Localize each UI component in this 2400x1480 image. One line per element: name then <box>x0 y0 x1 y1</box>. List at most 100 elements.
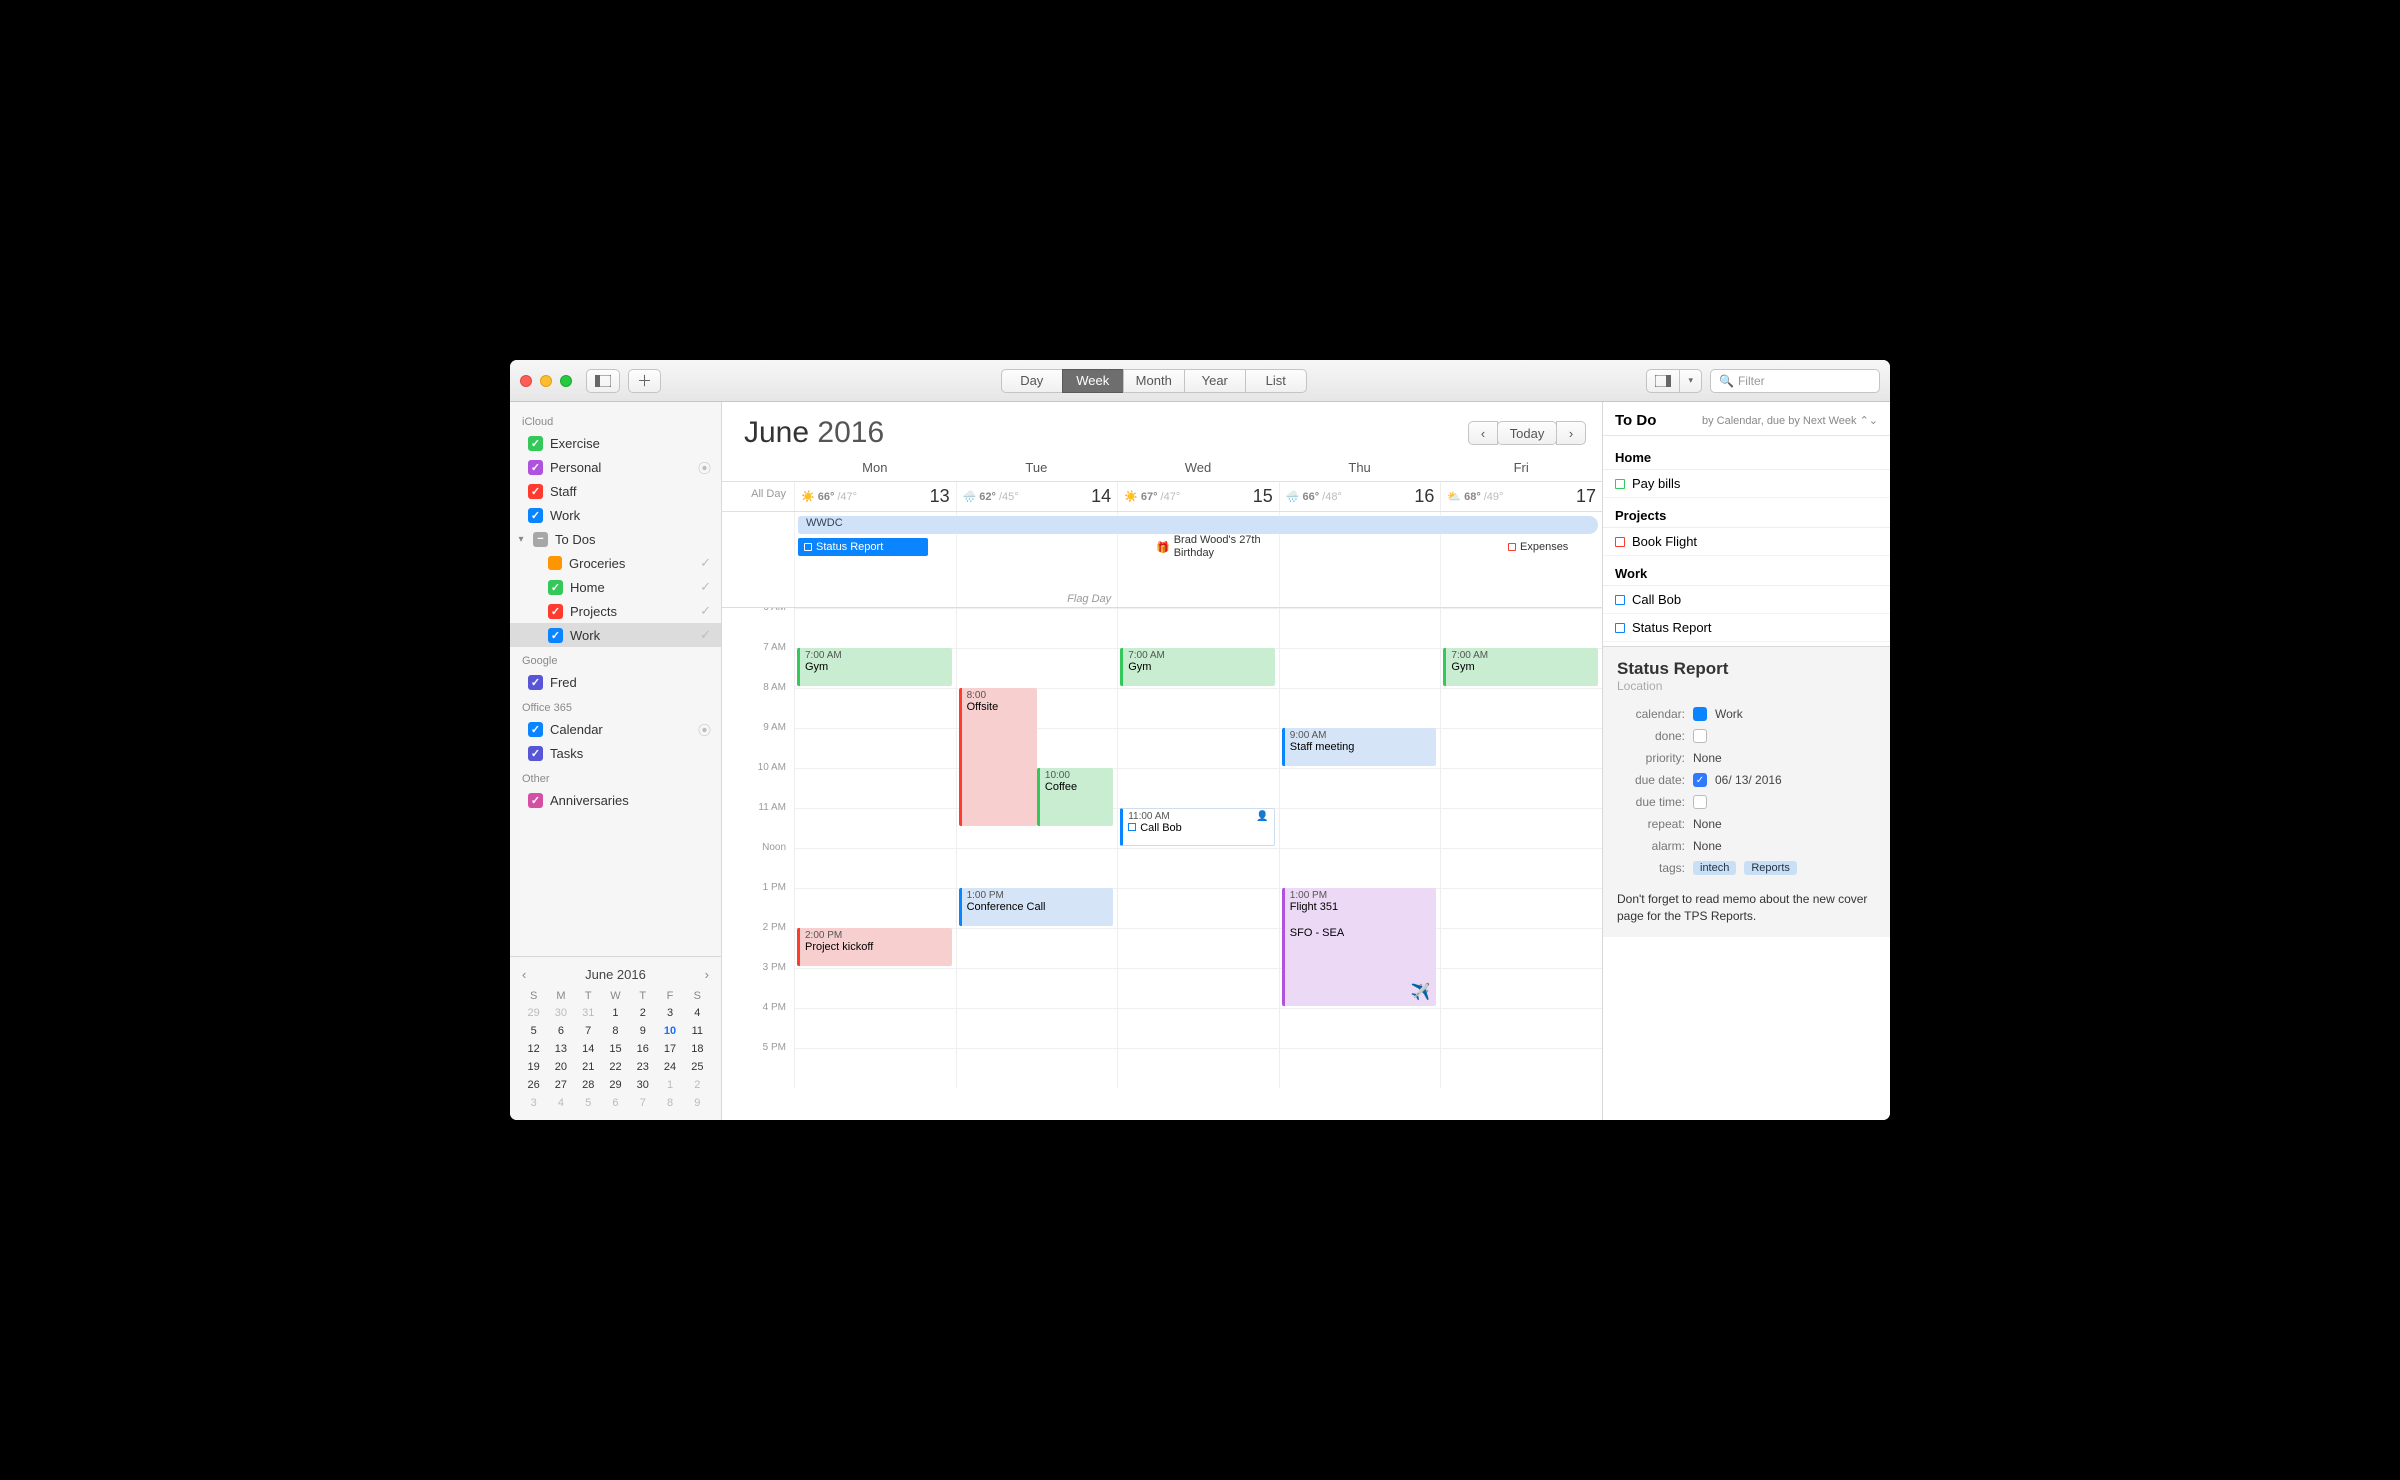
mini-day[interactable]: 19 <box>520 1058 547 1076</box>
todo-item[interactable]: Call Bob <box>1603 586 1890 614</box>
mini-day[interactable]: 29 <box>602 1076 629 1094</box>
new-event-button[interactable]: ＋ <box>628 369 661 393</box>
mini-day[interactable]: 4 <box>684 1004 711 1022</box>
mini-day[interactable]: 5 <box>520 1022 547 1040</box>
mini-prev-month[interactable]: ‹ <box>522 967 526 982</box>
detail-due-date[interactable]: 06/ 13/ 2016 <box>1715 773 1782 787</box>
view-week[interactable]: Week <box>1062 369 1124 393</box>
view-list[interactable]: List <box>1245 369 1307 393</box>
mini-day[interactable]: 3 <box>656 1004 683 1022</box>
toggle-todo-panel-button[interactable] <box>1646 369 1680 393</box>
detail-alarm[interactable]: None <box>1693 839 1722 853</box>
event-gym[interactable]: 7:00 AMGym <box>797 648 952 686</box>
mini-day[interactable]: 4 <box>547 1094 574 1112</box>
event-conf[interactable]: 1:00 PMConference Call <box>959 888 1114 926</box>
event-coffee[interactable]: 10:00Coffee <box>1037 768 1113 826</box>
mini-day[interactable]: 2 <box>629 1004 656 1022</box>
mini-day[interactable]: 31 <box>575 1004 602 1022</box>
mini-day[interactable]: 30 <box>547 1004 574 1022</box>
event-flight[interactable]: 1:00 PMFlight 351SFO - SEA✈️ <box>1282 888 1437 1006</box>
done-checkbox[interactable] <box>1693 729 1707 743</box>
mini-day[interactable]: 23 <box>629 1058 656 1076</box>
mini-day[interactable]: 27 <box>547 1076 574 1094</box>
mini-day[interactable]: 16 <box>629 1040 656 1058</box>
detail-note[interactable]: Don't forget to read memo about the new … <box>1617 891 1876 925</box>
detail-priority[interactable]: None <box>1693 751 1722 765</box>
checkbox-icon[interactable] <box>548 628 563 643</box>
checkbox-icon[interactable] <box>548 580 563 595</box>
detail-title[interactable]: Status Report <box>1617 659 1876 679</box>
day-number[interactable]: 13 <box>930 486 950 507</box>
day-number[interactable]: 16 <box>1414 486 1434 507</box>
checkbox-icon[interactable] <box>528 746 543 761</box>
todo-item[interactable]: Status Report <box>1603 614 1890 642</box>
calendar-personal[interactable]: Personal⦿ <box>510 455 721 479</box>
todo-list-work[interactable]: Work✓ <box>510 623 721 647</box>
calendar-o365-tasks[interactable]: Tasks <box>510 741 721 765</box>
mini-day[interactable]: 5 <box>575 1094 602 1112</box>
calendar-staff[interactable]: Staff <box>510 479 721 503</box>
todo-sort-dropdown[interactable]: by Calendar, due by Next Week ⌃⌄ <box>1702 414 1878 427</box>
calendar-anniversaries[interactable]: Anniversaries <box>510 788 721 812</box>
checkbox-icon[interactable] <box>528 793 543 808</box>
calendar-work[interactable]: Work <box>510 503 721 527</box>
mini-day[interactable]: 2 <box>684 1076 711 1094</box>
mini-day[interactable]: 8 <box>656 1094 683 1112</box>
tag[interactable]: Reports <box>1744 861 1797 875</box>
mini-day[interactable]: 17 <box>656 1040 683 1058</box>
mini-day[interactable]: 7 <box>575 1022 602 1040</box>
event-staff[interactable]: 9:00 AMStaff meeting <box>1282 728 1437 766</box>
minimize-icon[interactable] <box>540 375 552 387</box>
checkbox-icon[interactable] <box>528 675 543 690</box>
next-week-button[interactable]: › <box>1556 421 1586 445</box>
mini-day[interactable]: 3 <box>520 1094 547 1112</box>
event-offsite[interactable]: 8:00Offsite <box>959 688 1037 826</box>
checkbox-icon[interactable] <box>528 508 543 523</box>
calendar-exercise[interactable]: Exercise <box>510 431 721 455</box>
mini-day[interactable]: 10 <box>656 1022 683 1040</box>
event-gym[interactable]: 7:00 AMGym <box>1443 648 1598 686</box>
day-number[interactable]: 15 <box>1253 486 1273 507</box>
disclosure-icon[interactable]: ▾ <box>516 534 526 545</box>
mini-day[interactable]: 21 <box>575 1058 602 1076</box>
mini-day[interactable]: 22 <box>602 1058 629 1076</box>
mini-day[interactable]: 14 <box>575 1040 602 1058</box>
checkbox-icon[interactable] <box>528 484 543 499</box>
checkbox-icon[interactable] <box>1615 623 1625 633</box>
zoom-icon[interactable] <box>560 375 572 387</box>
mini-day[interactable]: 15 <box>602 1040 629 1058</box>
panel-dropdown-button[interactable]: ▾ <box>1679 369 1702 393</box>
checkbox-icon[interactable] <box>1615 595 1625 605</box>
mini-day[interactable]: 29 <box>520 1004 547 1022</box>
mini-day[interactable]: 1 <box>602 1004 629 1022</box>
mini-day[interactable]: 30 <box>629 1076 656 1094</box>
due-date-checkbox[interactable] <box>1693 773 1707 787</box>
checkbox-icon[interactable] <box>528 460 543 475</box>
mini-day[interactable]: 18 <box>684 1040 711 1058</box>
detail-repeat[interactable]: None <box>1693 817 1722 831</box>
prev-week-button[interactable]: ‹ <box>1468 421 1498 445</box>
day-number[interactable]: 17 <box>1576 486 1596 507</box>
allday-area[interactable]: Flag Day WWDC Status Report 🎁Brad Wood's… <box>722 512 1602 608</box>
toggle-sidebar-button[interactable] <box>586 369 620 393</box>
view-day[interactable]: Day <box>1001 369 1063 393</box>
todo-item[interactable]: Book Flight <box>1603 528 1890 556</box>
today-button[interactable]: Today <box>1497 421 1557 445</box>
mini-day[interactable]: 13 <box>547 1040 574 1058</box>
mini-day[interactable]: 9 <box>684 1094 711 1112</box>
hour-grid[interactable]: 6 AM7 AM8 AM9 AM10 AM11 AMNoon1 PM2 PM3 … <box>722 608 1602 1120</box>
checkbox-icon[interactable] <box>528 436 543 451</box>
mini-day[interactable]: 9 <box>629 1022 656 1040</box>
day-number[interactable]: 14 <box>1091 486 1111 507</box>
mini-day[interactable]: 28 <box>575 1076 602 1094</box>
todo-list-projects[interactable]: Projects✓ <box>510 599 721 623</box>
checkbox-mixed-icon[interactable] <box>533 532 548 547</box>
view-month[interactable]: Month <box>1123 369 1185 393</box>
mini-day[interactable]: 1 <box>656 1076 683 1094</box>
mini-calendar-grid[interactable]: SMTWTFS293031123456789101112131415161718… <box>520 988 711 1112</box>
todo-item[interactable]: Pay bills <box>1603 470 1890 498</box>
checkbox-icon[interactable] <box>548 604 563 619</box>
checkbox-icon[interactable] <box>1615 479 1625 489</box>
event-expenses[interactable]: Expenses <box>1502 538 1602 556</box>
mini-day[interactable]: 24 <box>656 1058 683 1076</box>
